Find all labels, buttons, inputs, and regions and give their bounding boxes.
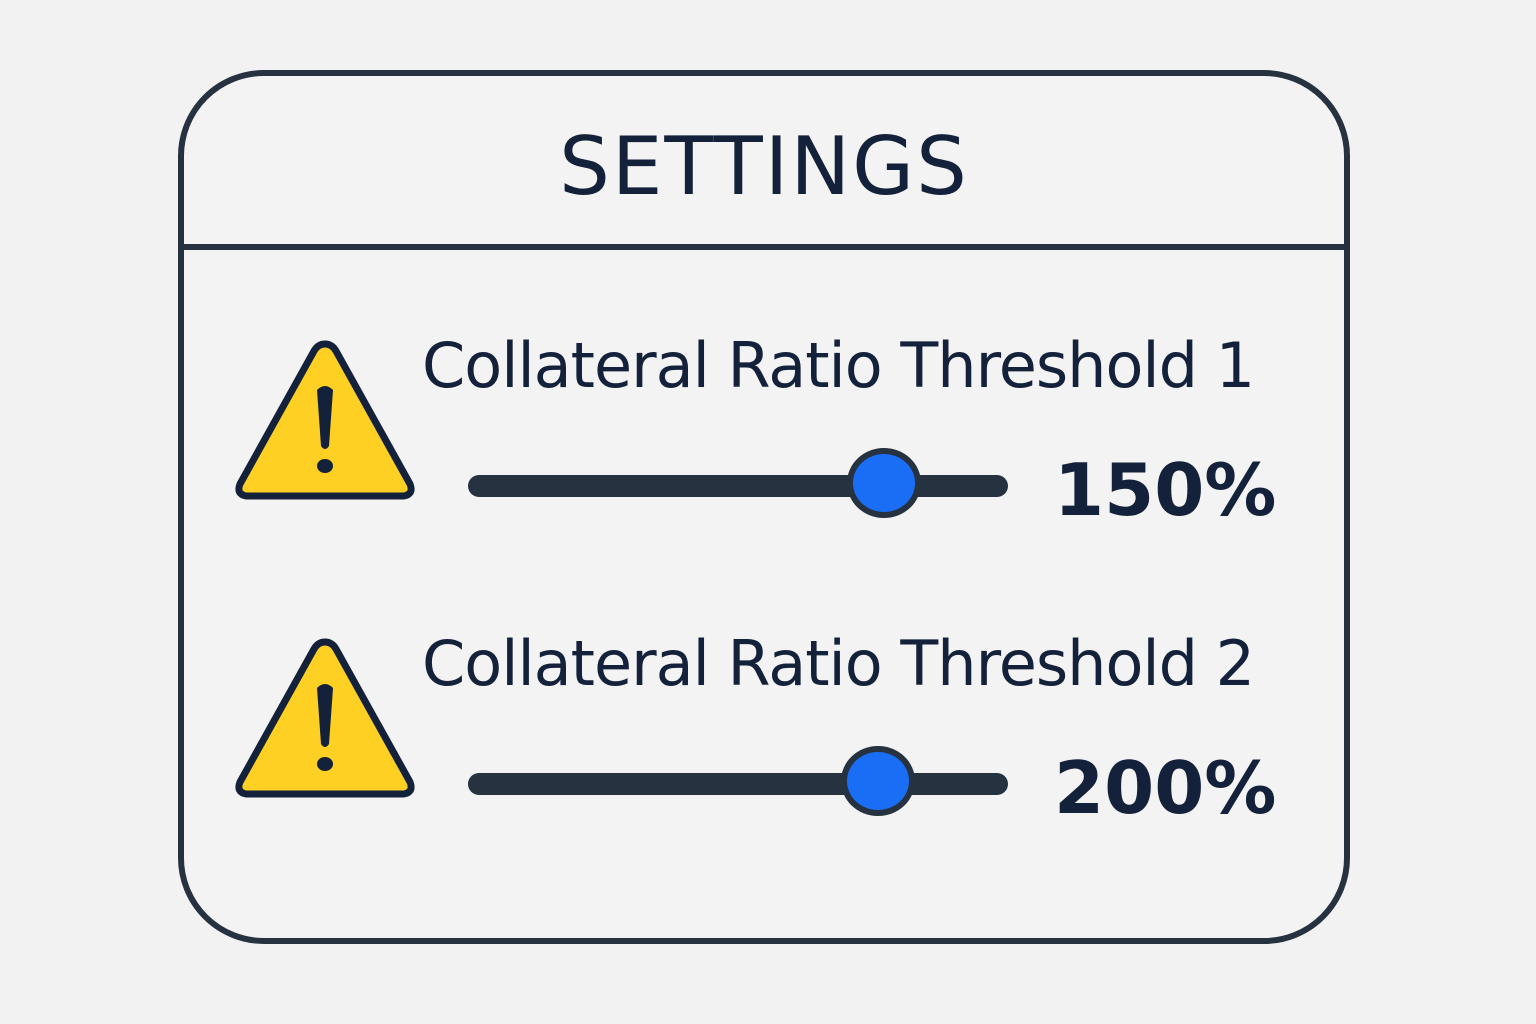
- setting-value: 150%: [1054, 448, 1277, 532]
- settings-panel: SETTINGS Collateral Ratio Threshold 1 15…: [178, 70, 1350, 944]
- threshold-2-slider[interactable]: [468, 742, 1008, 826]
- setting-label: Collateral Ratio Threshold 2: [422, 627, 1255, 700]
- slider-track[interactable]: [468, 773, 1008, 795]
- threshold-1-slider[interactable]: [468, 444, 1008, 528]
- panel-header: SETTINGS: [184, 76, 1344, 250]
- setting-label: Collateral Ratio Threshold 1: [422, 329, 1255, 402]
- slider-track[interactable]: [468, 475, 1008, 497]
- page-title: SETTINGS: [559, 120, 969, 213]
- setting-row-threshold-2: Collateral Ratio Threshold 2 200%: [184, 624, 1344, 844]
- setting-row-threshold-1: Collateral Ratio Threshold 1 150%: [184, 326, 1344, 546]
- slider-thumb[interactable]: [841, 746, 916, 816]
- warning-icon: [235, 638, 415, 798]
- warning-icon: [235, 340, 415, 500]
- setting-value: 200%: [1054, 746, 1277, 830]
- slider-thumb[interactable]: [846, 448, 921, 518]
